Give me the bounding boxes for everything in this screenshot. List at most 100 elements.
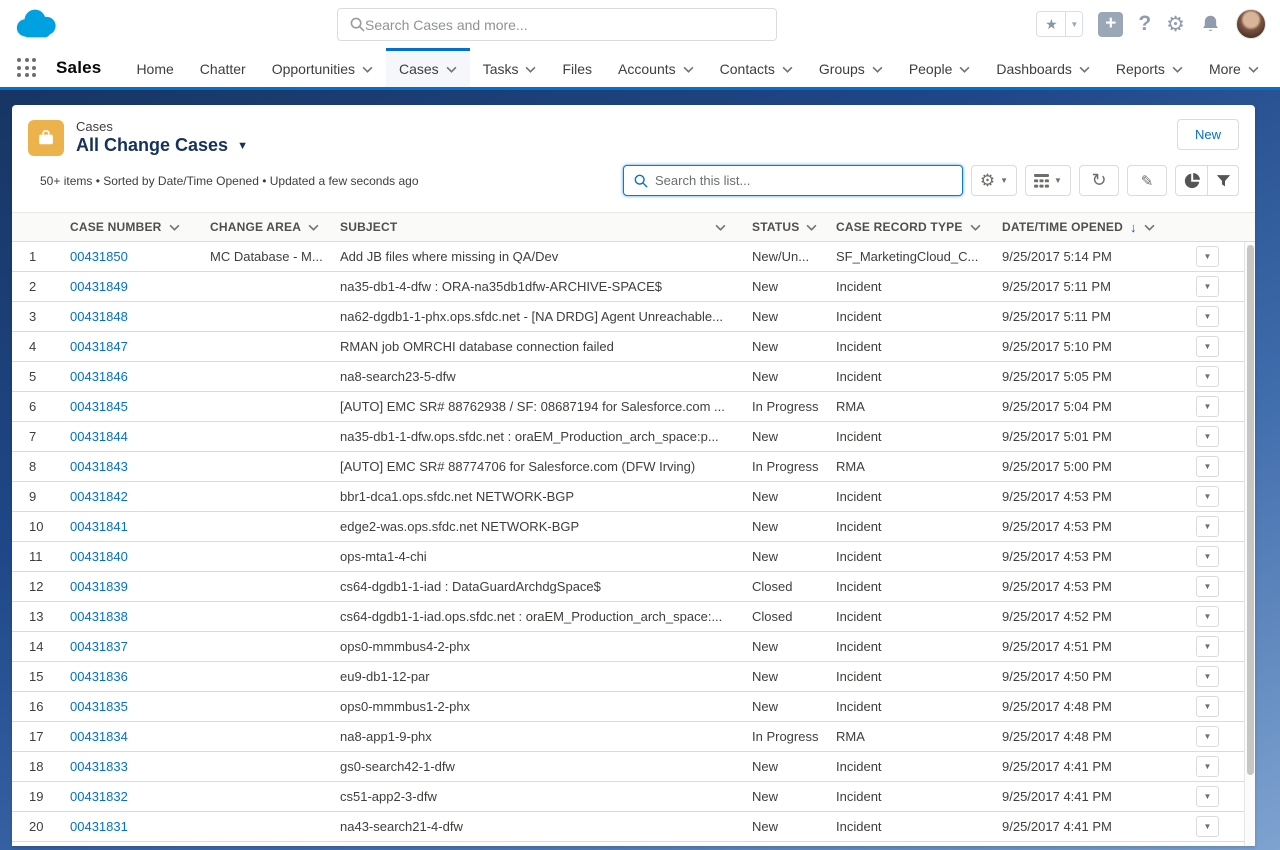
nav-tab-opportunities[interactable]: Opportunities (259, 48, 386, 87)
case-record-type-cell: Incident (836, 579, 1002, 594)
case-number-link[interactable]: 00431841 (70, 519, 128, 534)
nav-tab-contacts[interactable]: Contacts (707, 48, 806, 87)
table-row: 1500431836eu9-db1-12-parNewIncident9/25/… (12, 662, 1255, 692)
case-number-cell: 00431842 (70, 489, 210, 504)
setup-gear-icon[interactable]: ⚙ (1166, 12, 1185, 37)
case-number-link[interactable]: 00431836 (70, 669, 128, 684)
row-actions-button[interactable]: ▼ (1196, 636, 1219, 657)
nav-tab-reports[interactable]: Reports (1103, 48, 1196, 87)
case-number-link[interactable]: 00431842 (70, 489, 128, 504)
column-header-change-area[interactable]: CHANGE AREA (210, 220, 340, 234)
nav-tab-tasks[interactable]: Tasks (470, 48, 550, 87)
column-header-case-record-type[interactable]: CASE RECORD TYPE (836, 220, 1002, 234)
new-case-button[interactable]: New (1177, 119, 1239, 150)
row-actions-button[interactable]: ▼ (1196, 786, 1219, 807)
list-search-input[interactable] (655, 173, 952, 188)
column-header-case-number[interactable]: CASE NUMBER (70, 220, 210, 234)
case-number-link[interactable]: 00431848 (70, 309, 128, 324)
charts-button[interactable] (1176, 166, 1207, 195)
case-record-type-cell: RMA (836, 729, 1002, 744)
help-icon[interactable]: ? (1138, 12, 1151, 36)
chevron-down-icon (525, 66, 536, 73)
nav-tab-label: Opportunities (272, 61, 355, 77)
caret-down-icon: ▼ (1204, 252, 1212, 261)
row-actions-button[interactable]: ▼ (1196, 366, 1219, 387)
case-number-link[interactable]: 00431839 (70, 579, 128, 594)
table-row: 1100431840ops-mta1-4-chiNewIncident9/25/… (12, 542, 1255, 572)
nav-tab-dashboards[interactable]: Dashboards (983, 48, 1103, 87)
row-number-cell: 7 (12, 429, 70, 444)
case-number-cell: 00431843 (70, 459, 210, 474)
app-launcher-icon[interactable] (14, 55, 40, 81)
column-header-subject[interactable]: SUBJECT (340, 220, 752, 234)
row-actions-button[interactable]: ▼ (1196, 546, 1219, 567)
case-number-link[interactable]: 00431843 (70, 459, 128, 474)
case-number-link[interactable]: 00431846 (70, 369, 128, 384)
row-number-cell: 14 (12, 639, 70, 654)
list-view-controls-button[interactable]: ⚙▼ (971, 165, 1017, 196)
row-actions-button[interactable]: ▼ (1196, 606, 1219, 627)
row-actions-button[interactable]: ▼ (1196, 756, 1219, 777)
case-number-link[interactable]: 00431835 (70, 699, 128, 714)
refresh-icon: ↻ (1091, 170, 1106, 191)
nav-tab-people[interactable]: People (896, 48, 984, 87)
row-actions-button[interactable]: ▼ (1196, 726, 1219, 747)
case-number-link[interactable]: 00431847 (70, 339, 128, 354)
notifications-bell-icon[interactable] (1200, 13, 1221, 35)
case-record-type-cell: RMA (836, 459, 1002, 474)
nav-tab-home[interactable]: Home (123, 48, 186, 87)
row-actions-button[interactable]: ▼ (1196, 246, 1219, 267)
row-actions-button[interactable]: ▼ (1196, 306, 1219, 327)
row-actions-button[interactable]: ▼ (1196, 336, 1219, 357)
nav-tab-chatter[interactable]: Chatter (187, 48, 259, 87)
case-number-link[interactable]: 00431832 (70, 789, 128, 804)
inline-edit-button[interactable]: ✎ (1127, 165, 1167, 196)
case-number-link[interactable]: 00431833 (70, 759, 128, 774)
column-header-date-time-opened[interactable]: DATE/TIME OPENED↓ (1002, 220, 1188, 235)
favorites-button[interactable]: ★ ▼ (1036, 11, 1083, 37)
display-as-button[interactable]: ▼ (1025, 165, 1071, 196)
row-actions-button[interactable]: ▼ (1196, 456, 1219, 477)
global-search-input[interactable] (365, 17, 764, 33)
refresh-button[interactable]: ↻ (1079, 165, 1119, 196)
row-actions-button[interactable]: ▼ (1196, 396, 1219, 417)
nav-tab-accounts[interactable]: Accounts (605, 48, 707, 87)
nav-tab-cases[interactable]: Cases (386, 48, 470, 87)
case-number-link[interactable]: 00431844 (70, 429, 128, 444)
row-actions-button[interactable]: ▼ (1196, 276, 1219, 297)
nav-tab-more[interactable]: More (1196, 48, 1272, 87)
nav-tab-groups[interactable]: Groups (806, 48, 896, 87)
global-actions-button[interactable]: + (1098, 12, 1123, 37)
column-header-status[interactable]: STATUS (752, 220, 836, 234)
row-actions-button[interactable]: ▼ (1196, 486, 1219, 507)
star-icon[interactable]: ★ (1037, 12, 1065, 36)
case-number-link[interactable]: 00431849 (70, 279, 128, 294)
global-search[interactable] (337, 8, 777, 41)
filter-button[interactable] (1207, 166, 1238, 195)
scrollbar-thumb[interactable] (1247, 245, 1254, 775)
case-number-link[interactable]: 00431845 (70, 399, 128, 414)
table-scrollbar[interactable] (1244, 242, 1255, 846)
case-number-link[interactable]: 00431837 (70, 639, 128, 654)
row-actions-button[interactable]: ▼ (1196, 666, 1219, 687)
row-actions-button[interactable]: ▼ (1196, 576, 1219, 597)
user-avatar[interactable] (1236, 9, 1266, 39)
row-actions-button[interactable]: ▼ (1196, 816, 1219, 837)
row-number-cell: 12 (12, 579, 70, 594)
row-actions-button[interactable]: ▼ (1196, 696, 1219, 717)
nav-tab-files[interactable]: Files (549, 48, 605, 87)
case-number-link[interactable]: 00431840 (70, 549, 128, 564)
caret-down-icon: ▼ (1204, 582, 1212, 591)
list-view-selector-caret-icon[interactable]: ▼ (237, 138, 248, 152)
case-number-link[interactable]: 00431831 (70, 819, 128, 834)
list-search-box[interactable] (623, 165, 963, 196)
row-actions-button[interactable]: ▼ (1196, 516, 1219, 537)
case-number-link[interactable]: 00431850 (70, 249, 128, 264)
case-record-type-cell: Incident (836, 819, 1002, 834)
case-number-link[interactable]: 00431834 (70, 729, 128, 744)
case-record-type-cell: Incident (836, 309, 1002, 324)
subject-cell: ops0-mmmbus1-2-phx (340, 699, 752, 714)
case-number-link[interactable]: 00431838 (70, 609, 128, 624)
row-actions-button[interactable]: ▼ (1196, 426, 1219, 447)
favorites-caret-icon[interactable]: ▼ (1065, 12, 1082, 36)
